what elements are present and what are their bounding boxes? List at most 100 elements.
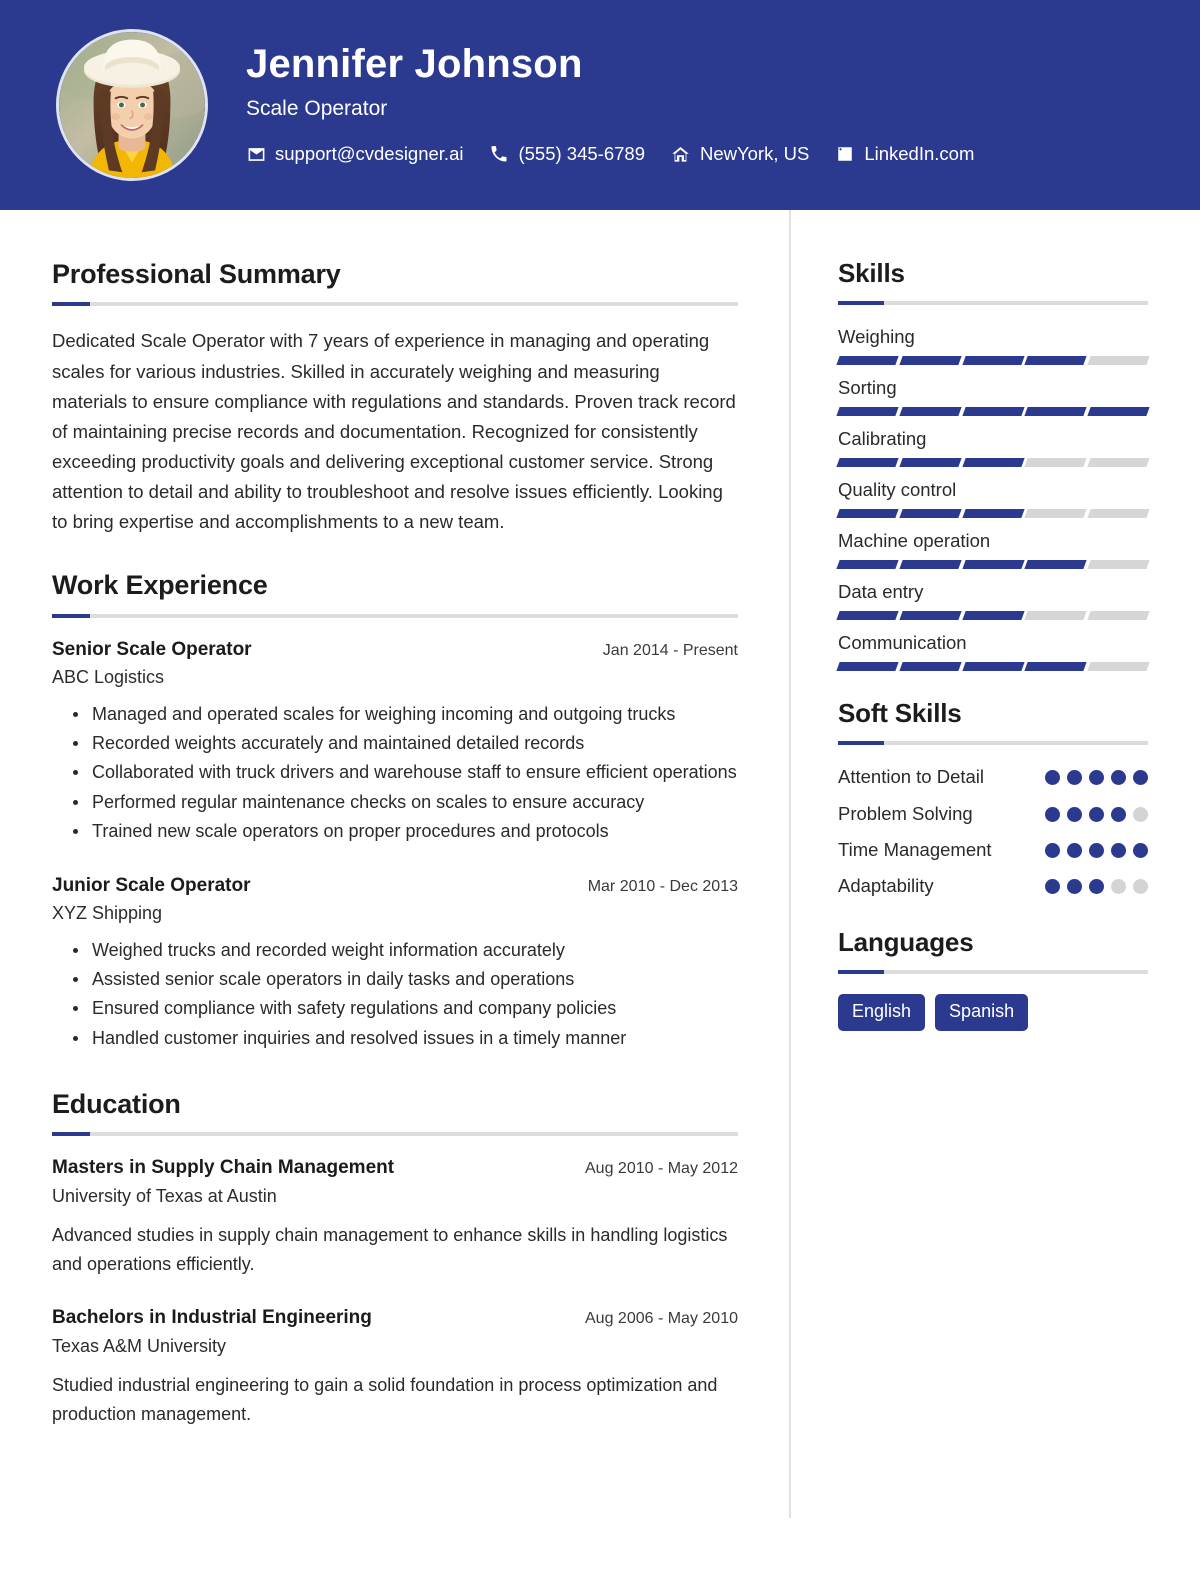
list-item: Assisted senior scale operators in daily… [73,966,738,993]
rating-dot [1067,842,1082,858]
resume-body: Professional Summary Dedicated Scale Ope… [0,210,1200,1584]
skill-label: Communication [838,632,967,653]
contact-phone[interactable]: (555) 345-6789 [489,143,645,165]
skill-label: Machine operation [838,530,991,552]
skill-segment [1087,661,1150,671]
skill-segment [1087,458,1150,468]
contact-email[interactable]: support@cvdesigner.ai [246,143,463,165]
skill-segment [1024,458,1087,468]
section-rule [52,302,738,307]
skill-label: Quality control [838,479,957,501]
skill-level-bar [836,560,1150,570]
skill-segment [1087,560,1150,570]
skill-segment [961,611,1025,620]
contact-location[interactable]: NewYork, US [671,143,809,165]
rating-dot [1133,806,1148,822]
section-skills: Skills Weighing Sorting Calibrating Quality… [836,258,1150,671]
rating-dot [1045,770,1060,786]
experience-entry-head: Senior Scale Operator Jan 2014 - Present [52,638,738,663]
skill-segment [1024,356,1087,366]
skill-row: Machine operation [836,529,1150,570]
resume-header: Jennifer Johnson Scale Operator support@… [0,0,1200,210]
soft-skill-label: Adaptability [838,875,934,897]
experience-title: Senior Scale Operator [52,638,252,660]
skill-segment [899,661,962,671]
rating-dot [1045,842,1060,858]
rating-dot [1067,879,1082,895]
section-soft-skills: Soft Skills Attention to Detail Problem S… [838,698,1148,899]
rating-dot [1111,842,1126,858]
skill-segment [836,509,899,519]
profile-photo-illustration [59,32,205,178]
soft-skill-row: Attention to Detail [838,765,1148,789]
list-item: Ensured compliance with safety regulatio… [73,995,738,1022]
soft-skill-row: Problem Solving [838,802,1148,826]
experience-date: Jan 2014 - Present [602,641,738,659]
skill-segment [836,458,899,468]
experience-title: Junior Scale Operator [52,874,251,896]
experience-entry: Junior Scale Operator Mar 2010 - Dec 201… [52,874,738,1052]
skill-label: Sorting [838,377,897,399]
contact-email-text: support@cvdesigner.ai [275,143,464,165]
section-title-soft-skills: Soft Skills [838,697,962,728]
soft-skill-rating [1045,802,1148,822]
rating-dot [1133,879,1148,895]
skill-segment [1087,407,1150,417]
education-school: Texas A&M University [52,1335,227,1356]
skill-level-bar [836,661,1150,671]
resume-page: Jennifer Johnson Scale Operator support@… [0,0,1200,1584]
linkedin-icon [835,144,855,164]
experience-entry: Senior Scale Operator Jan 2014 - Present… [52,638,738,846]
section-education: Education Masters in Supply Chain Manage… [52,1088,738,1428]
education-entry: Masters in Supply Chain Management Aug 2… [52,1156,738,1278]
rating-dot [1089,806,1104,822]
rating-dot [1111,806,1126,822]
skill-label: Data entry [838,581,924,603]
skill-segment [961,458,1025,468]
section-title-summary: Professional Summary [52,259,341,289]
skill-segment [899,458,962,468]
skill-segment [1087,356,1150,366]
education-description: Studied industrial engineering to gain a… [52,1375,718,1424]
skill-row: Communication [836,631,1150,671]
skill-label: Calibrating [838,428,927,450]
education-date: Aug 2006 - May 2010 [585,1310,738,1328]
rating-dot [1067,770,1082,786]
skill-segment [899,509,962,519]
skill-segment [1087,611,1150,620]
contact-phone-text: (555) 345-6789 [518,143,645,165]
soft-skill-row: Time Management [838,838,1148,862]
skill-segment [1024,611,1087,620]
column-divider [789,210,791,1518]
section-rule [838,301,1148,306]
sidebar-column: Skills Weighing Sorting Calibrating Quality… [790,210,1200,1584]
skill-row: Quality control [836,478,1150,519]
experience-company: XYZ Shipping [52,903,163,924]
contact-linkedin-text: LinkedIn.com [864,143,975,165]
skills-list: Weighing Sorting Calibrating Quality contro… [836,325,1150,671]
skill-segment [961,356,1025,366]
soft-skills-list: Attention to Detail Problem Solving Time M… [838,765,1148,899]
rating-dot [1089,842,1104,858]
skill-segment [899,611,962,620]
skill-segment [1024,407,1087,417]
contact-linkedin[interactable]: LinkedIn.com [835,143,974,165]
education-school: University of Texas at Austin [52,1186,277,1207]
header-text-block: Jennifer Johnson Scale Operator support@… [246,41,974,169]
rating-dot [1133,770,1148,786]
experience-entry-head: Junior Scale Operator Mar 2010 - Dec 201… [52,874,738,899]
skill-segment [836,407,899,417]
soft-skill-rating [1045,874,1148,895]
section-rule [838,969,1148,974]
section-title-languages: Languages [838,926,974,957]
skill-segment [836,356,899,366]
skill-level-bar [836,458,1150,468]
contact-location-text: NewYork, US [699,143,810,165]
education-entry-head: Masters in Supply Chain Management Aug 2… [52,1156,738,1181]
languages-list: English Spanish [838,993,1148,1031]
